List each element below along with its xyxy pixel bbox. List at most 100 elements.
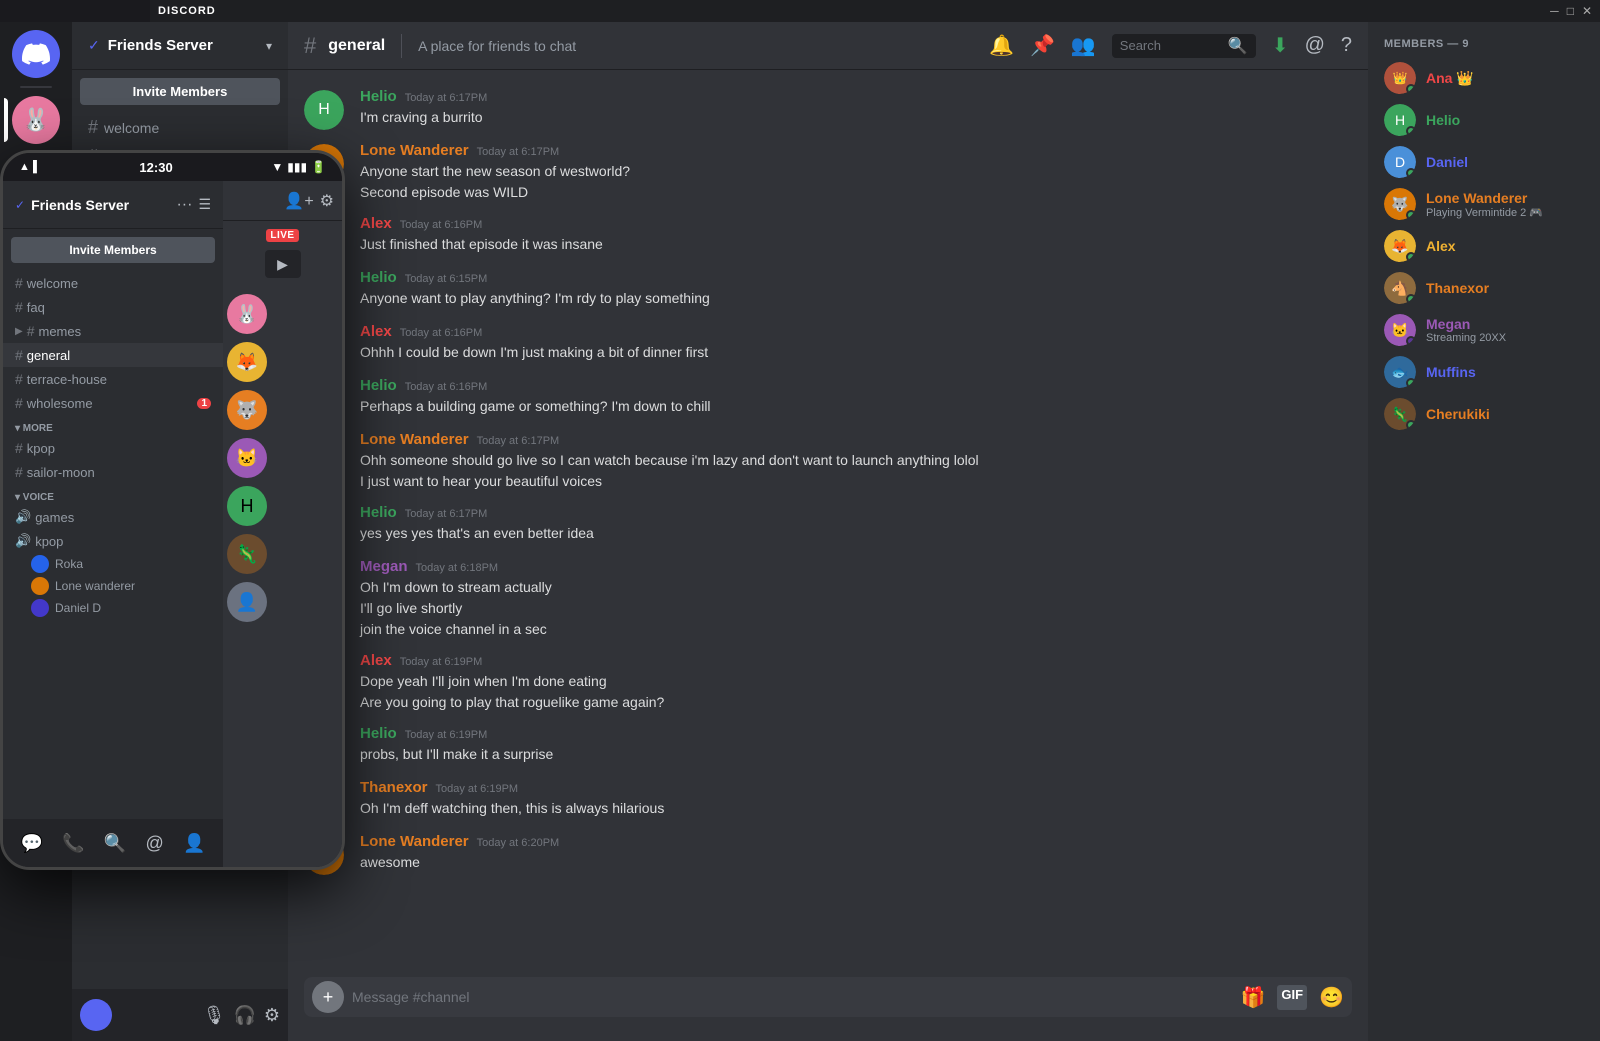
message-header: Alex Today at 6:19PM — [360, 652, 1352, 669]
dm-avatar[interactable]: 👤 — [227, 582, 267, 622]
message-text: Perhaps a building game or something? I'… — [360, 396, 1352, 417]
phone-chat-icon[interactable]: 💬 — [21, 833, 43, 854]
search-box[interactable]: 🔍 — [1112, 34, 1256, 58]
ellipsis-icon[interactable]: ··· — [176, 196, 192, 214]
settings-icon[interactable]: ⚙ — [264, 1005, 280, 1026]
member-item-ana[interactable]: 👑 Ana 👑 — [1376, 58, 1592, 98]
member-item-cherukiki[interactable]: 🦎 Cherukiki — [1376, 394, 1592, 434]
phone-channel-terrace-house[interactable]: # terrace-house — [3, 367, 223, 391]
close-btn[interactable]: ✕ — [1582, 4, 1592, 18]
phone-clock: 12:30 — [139, 160, 172, 175]
unread-badge: 1 — [197, 398, 211, 409]
server-list-divider — [20, 86, 52, 88]
message-username: Alex — [360, 323, 392, 340]
phone-channel-kpop[interactable]: # kpop — [3, 436, 223, 460]
channel-item-welcome[interactable]: # welcome — [80, 113, 280, 142]
member-item-lone-wanderer[interactable]: 🐺 Lone Wanderer Playing Vermintide 2 🎮 — [1376, 184, 1592, 224]
avatar: 🐟 — [1384, 356, 1416, 388]
phone-voice-games[interactable]: 🔊 games — [3, 505, 223, 529]
member-item-alex[interactable]: 🦊 Alex — [1376, 226, 1592, 266]
phone-live-area: LIVE ▶ — [223, 221, 342, 286]
phone-voice-member-lone-wanderer[interactable]: Lone wanderer — [3, 575, 223, 597]
phone-frame: ▲ ▌ 12:30 ▼ ▮▮▮ 🔋 ✓ Friends Server ··· ☰… — [0, 150, 345, 870]
member-item-megan[interactable]: 🐱 Megan Streaming 20XX — [1376, 310, 1592, 350]
member-item-daniel[interactable]: D Daniel — [1376, 142, 1592, 182]
maximize-btn[interactable]: □ — [1567, 4, 1574, 18]
battery-icon: 🔋 — [311, 160, 326, 174]
gif-icon[interactable]: GIF — [1277, 985, 1307, 1010]
add-attachment-btn[interactable]: + — [312, 981, 344, 1013]
member-name: Megan — [1426, 316, 1584, 332]
phone-invite-btn[interactable]: Invite Members — [11, 237, 215, 263]
phone-channel-faq[interactable]: # faq — [3, 295, 223, 319]
phone-sidebar-header[interactable]: ✓ Friends Server ··· ☰ — [3, 181, 223, 229]
at-icon[interactable]: @ — [1305, 34, 1325, 57]
dm-avatar[interactable]: 🐺 — [227, 390, 267, 430]
message-text: Ohhh I could be down I'm just making a b… — [360, 342, 1352, 363]
message-input[interactable] — [352, 977, 1233, 1017]
phone-channel-wholesome[interactable]: # wholesome 1 — [3, 391, 223, 415]
phone-voice-member-roka[interactable]: Roka — [3, 553, 223, 575]
message-content: Alex Today at 6:16PM Ohhh I could be dow… — [360, 323, 1352, 365]
phone-search-icon[interactable]: 🔍 — [104, 833, 126, 854]
member-name: Ana 👑 — [1426, 70, 1584, 87]
phone-user-icon[interactable]: 👤 — [183, 833, 205, 854]
phone-settings-icon[interactable]: ⚙ — [320, 191, 334, 211]
headphone-icon[interactable]: 🎧 — [233, 1005, 255, 1026]
invite-members-btn[interactable]: Invite Members — [80, 78, 280, 105]
header-divider — [401, 34, 402, 58]
window-controls[interactable]: ─ □ ✕ — [1550, 4, 1592, 18]
member-item-muffins[interactable]: 🐟 Muffins — [1376, 352, 1592, 392]
dm-avatar[interactable]: 🦊 — [227, 342, 267, 382]
message-timestamp: Today at 6:15PM — [405, 273, 488, 285]
sidebar-server-header[interactable]: ✓ Friends Server ▾ — [72, 22, 288, 70]
dm-avatar[interactable]: H — [227, 486, 267, 526]
status-dot — [1406, 126, 1416, 136]
server-icon-friends[interactable]: 🐰 — [12, 96, 60, 144]
message-username: Thanexor — [360, 779, 428, 796]
phone-at-icon[interactable]: @ — [145, 833, 163, 854]
dm-avatar[interactable]: 🐱 — [227, 438, 267, 478]
member-item-helio[interactable]: H Helio — [1376, 100, 1592, 140]
emoji-icon[interactable]: 😊 — [1319, 985, 1344, 1010]
phone-voice-member-daniel-d[interactable]: Daniel D — [3, 597, 223, 619]
message-text: Are you going to play that roguelike gam… — [360, 692, 1352, 713]
discord-home-icon[interactable] — [12, 30, 60, 78]
bell-icon[interactable]: 🔔 — [989, 33, 1014, 58]
download-icon[interactable]: ⬇ — [1272, 33, 1289, 58]
members-icon[interactable]: 👥 — [1071, 33, 1096, 58]
menu-icon[interactable]: ☰ — [198, 196, 211, 213]
phone-channel-sailor-moon[interactable]: # sailor-moon — [3, 460, 223, 484]
avatar: 🐱 — [1384, 314, 1416, 346]
help-icon[interactable]: ? — [1341, 34, 1352, 57]
minimize-btn[interactable]: ─ — [1550, 4, 1559, 18]
sidebar-footer: 🎙 🎧 ⚙ — [72, 989, 288, 1041]
mic-icon[interactable]: 🎙 — [203, 1005, 226, 1026]
phone-voice-kpop[interactable]: 🔊 kpop — [3, 529, 223, 553]
phone-call-icon[interactable]: 📞 — [62, 833, 84, 854]
member-name: Alex — [1426, 238, 1584, 254]
search-input[interactable] — [1120, 38, 1220, 53]
message-group: 🐺 Lone Wanderer Today at 6:17PM Anyone s… — [288, 140, 1368, 205]
gift-icon[interactable]: 🎁 — [1241, 985, 1266, 1010]
message-header: Helio Today at 6:19PM — [360, 725, 1352, 742]
message-content: Helio Today at 6:17PM yes yes yes that's… — [360, 504, 1352, 546]
phone-add-member-icon[interactable]: 👤+ — [284, 191, 313, 211]
phone-server-name: Friends Server — [31, 197, 170, 213]
pin-icon[interactable]: 📌 — [1030, 33, 1055, 58]
message-header: Helio Today at 6:17PM — [360, 504, 1352, 521]
user-avatar — [80, 999, 112, 1031]
phone-channel-welcome[interactable]: # welcome — [3, 271, 223, 295]
phone-overlay: ▲ ▌ 12:30 ▼ ▮▮▮ 🔋 ✓ Friends Server ··· ☰… — [0, 150, 345, 870]
message-group: 🦊 Alex Today at 6:16PM Ohhh I could be d… — [288, 321, 1368, 367]
phone-channel-memes[interactable]: ▶ # memes — [3, 319, 223, 343]
message-header: Helio Today at 6:16PM — [360, 377, 1352, 394]
verified-icon: ✓ — [88, 37, 100, 54]
dm-avatar[interactable]: 🐰 — [227, 294, 267, 334]
avatar: 🦎 — [1384, 398, 1416, 430]
message-header: Megan Today at 6:18PM — [360, 558, 1352, 575]
member-item-thanexor[interactable]: 🐴 Thanexor — [1376, 268, 1592, 308]
phone-channel-general[interactable]: # general — [3, 343, 223, 367]
message-text: Oh I'm deff watching then, this is alway… — [360, 798, 1352, 819]
dm-avatar[interactable]: 🦎 — [227, 534, 267, 574]
